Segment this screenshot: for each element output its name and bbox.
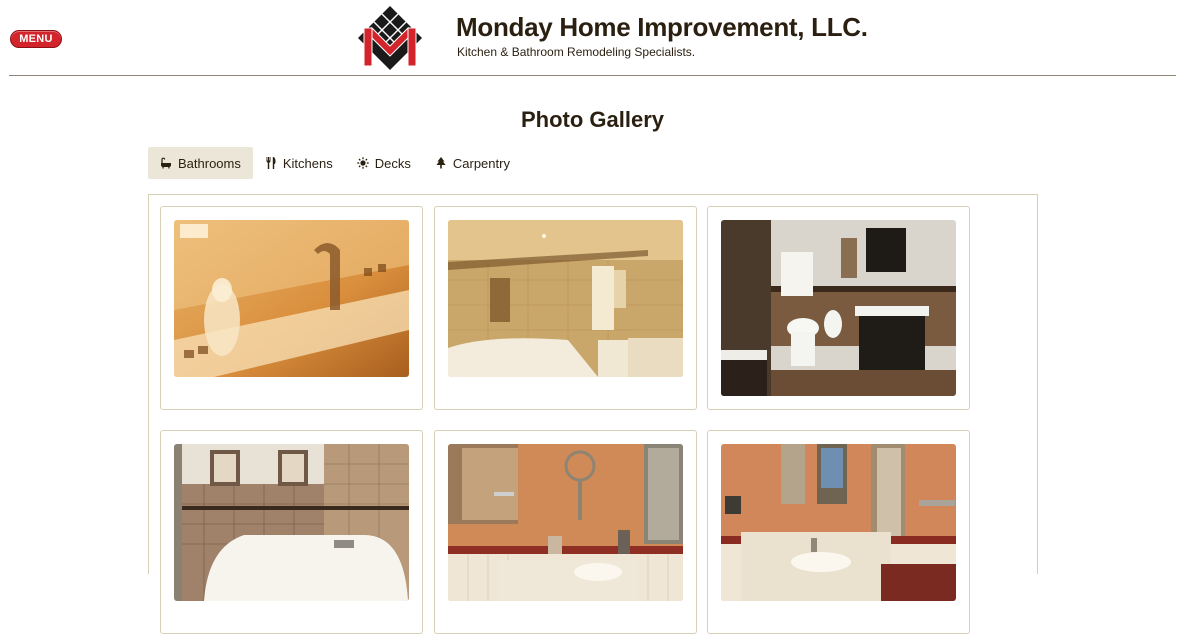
- fork-knife-icon: [266, 157, 276, 169]
- gallery-card[interactable]: [434, 430, 697, 634]
- tab-label: Decks: [374, 155, 411, 171]
- gallery-photo: [174, 444, 409, 601]
- gallery-tabs: Bathrooms Kitchens Decks Carpentry: [148, 147, 522, 179]
- tab-decks[interactable]: Decks: [345, 147, 423, 179]
- tab-carpentry[interactable]: Carpentry: [423, 147, 522, 179]
- gallery-photo: [448, 444, 683, 601]
- gallery-card[interactable]: [160, 206, 423, 410]
- gallery-photo: [721, 444, 956, 601]
- header-divider: [9, 75, 1176, 76]
- company-name: Monday Home Improvement, LLC.: [456, 12, 868, 42]
- tree-icon: [436, 157, 446, 169]
- gallery-photo: [721, 220, 956, 396]
- gallery-card[interactable]: [707, 430, 970, 634]
- photo-gallery: [148, 194, 1038, 634]
- tab-kitchens[interactable]: Kitchens: [253, 147, 345, 179]
- menu-button[interactable]: MENU: [10, 30, 62, 48]
- sun-icon: [357, 157, 369, 169]
- company-logo: [358, 6, 422, 70]
- gallery-photo: [448, 220, 683, 377]
- tab-label: Carpentry: [452, 155, 510, 171]
- tab-label: Bathrooms: [178, 155, 241, 171]
- bathtub-icon: [161, 157, 171, 169]
- gallery-photo: [174, 220, 409, 377]
- tab-bathrooms[interactable]: Bathrooms: [148, 147, 253, 179]
- tab-label: Kitchens: [282, 155, 333, 171]
- gallery-card[interactable]: [434, 206, 697, 410]
- gallery-card[interactable]: [707, 206, 970, 410]
- company-tagline: Kitchen & Bathroom Remodeling Specialist…: [457, 45, 696, 59]
- gallery-card[interactable]: [160, 430, 423, 634]
- page-title: Photo Gallery: [520, 107, 665, 132]
